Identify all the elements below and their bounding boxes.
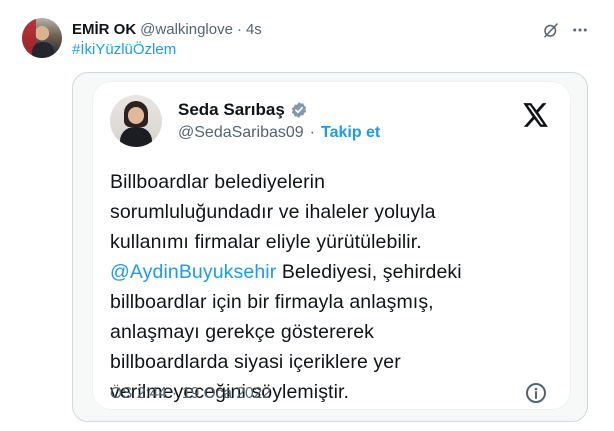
embedded-date-separator: · bbox=[171, 385, 178, 402]
info-icon bbox=[524, 381, 548, 405]
embedded-separator: · bbox=[309, 124, 315, 141]
embedded-author-avatar bbox=[110, 95, 162, 147]
embedded-handle-row: @SedaSaribas09 · Takip et bbox=[178, 124, 380, 142]
verified-badge-icon bbox=[290, 101, 308, 119]
text-line: Billboardlar belediyelerin bbox=[110, 171, 326, 193]
hashtag-link[interactable]: #İkiYüzlüÖzlem bbox=[72, 41, 176, 58]
text-line: billboardlar için bir firmayla anlaşmış, bbox=[110, 291, 434, 313]
embedded-timestamp: ÖS 2:44 · 19 Oca 2022 bbox=[110, 385, 271, 403]
text-line-with-mention: @AydinBuyuksehir Belediyesi, şehirdeki bbox=[110, 257, 560, 287]
embedded-time: ÖS 2:44 bbox=[110, 385, 167, 402]
embedded-date: 19 Oca 2022 bbox=[182, 385, 271, 402]
author-display-name[interactable]: EMİR OK bbox=[72, 21, 136, 38]
post: EMİR OK @walkinglove · 4s #İkiYüzlüÖzlem… bbox=[0, 0, 614, 431]
header-separator: · bbox=[236, 20, 242, 38]
text-line: Belediyesi, şehirdeki bbox=[281, 261, 462, 283]
text-line: anlaşmayı gerekçe göstererek bbox=[110, 321, 375, 343]
embedded-name-row: Seda Sarıbaş bbox=[178, 100, 308, 120]
follow-link: Takip et bbox=[320, 124, 381, 141]
embedded-author-name: Seda Sarıbaş bbox=[178, 100, 285, 119]
author-handle[interactable]: @walkinglove bbox=[140, 21, 233, 38]
embedded-tweet-text: Billboardlar belediyelerin sorumluluğund… bbox=[110, 167, 560, 407]
text-line: billboardlarda siyasi içeriklere yer bbox=[110, 351, 401, 373]
text-line: sorumluluğundadır ve ihaleler yoluyla bbox=[110, 201, 436, 223]
more-icon[interactable] bbox=[570, 20, 590, 40]
grok-icon[interactable] bbox=[541, 20, 561, 40]
embedded-tweet-card: Seda Sarıbaş @SedaSaribas09 · Takip et B… bbox=[93, 82, 570, 409]
post-header: EMİR OK @walkinglove · 4s bbox=[72, 19, 262, 39]
x-logo-icon bbox=[523, 103, 549, 127]
media-container[interactable]: Seda Sarıbaş @SedaSaribas09 · Takip et B… bbox=[72, 72, 588, 422]
mention-link: @AydinBuyuksehir bbox=[110, 261, 277, 283]
embedded-author-handle: @SedaSaribas09 bbox=[178, 124, 304, 141]
author-avatar[interactable] bbox=[22, 18, 62, 58]
text-line: kullanımı firmalar eliyle yürütülebilir. bbox=[110, 231, 422, 253]
post-time[interactable]: 4s bbox=[246, 21, 262, 38]
